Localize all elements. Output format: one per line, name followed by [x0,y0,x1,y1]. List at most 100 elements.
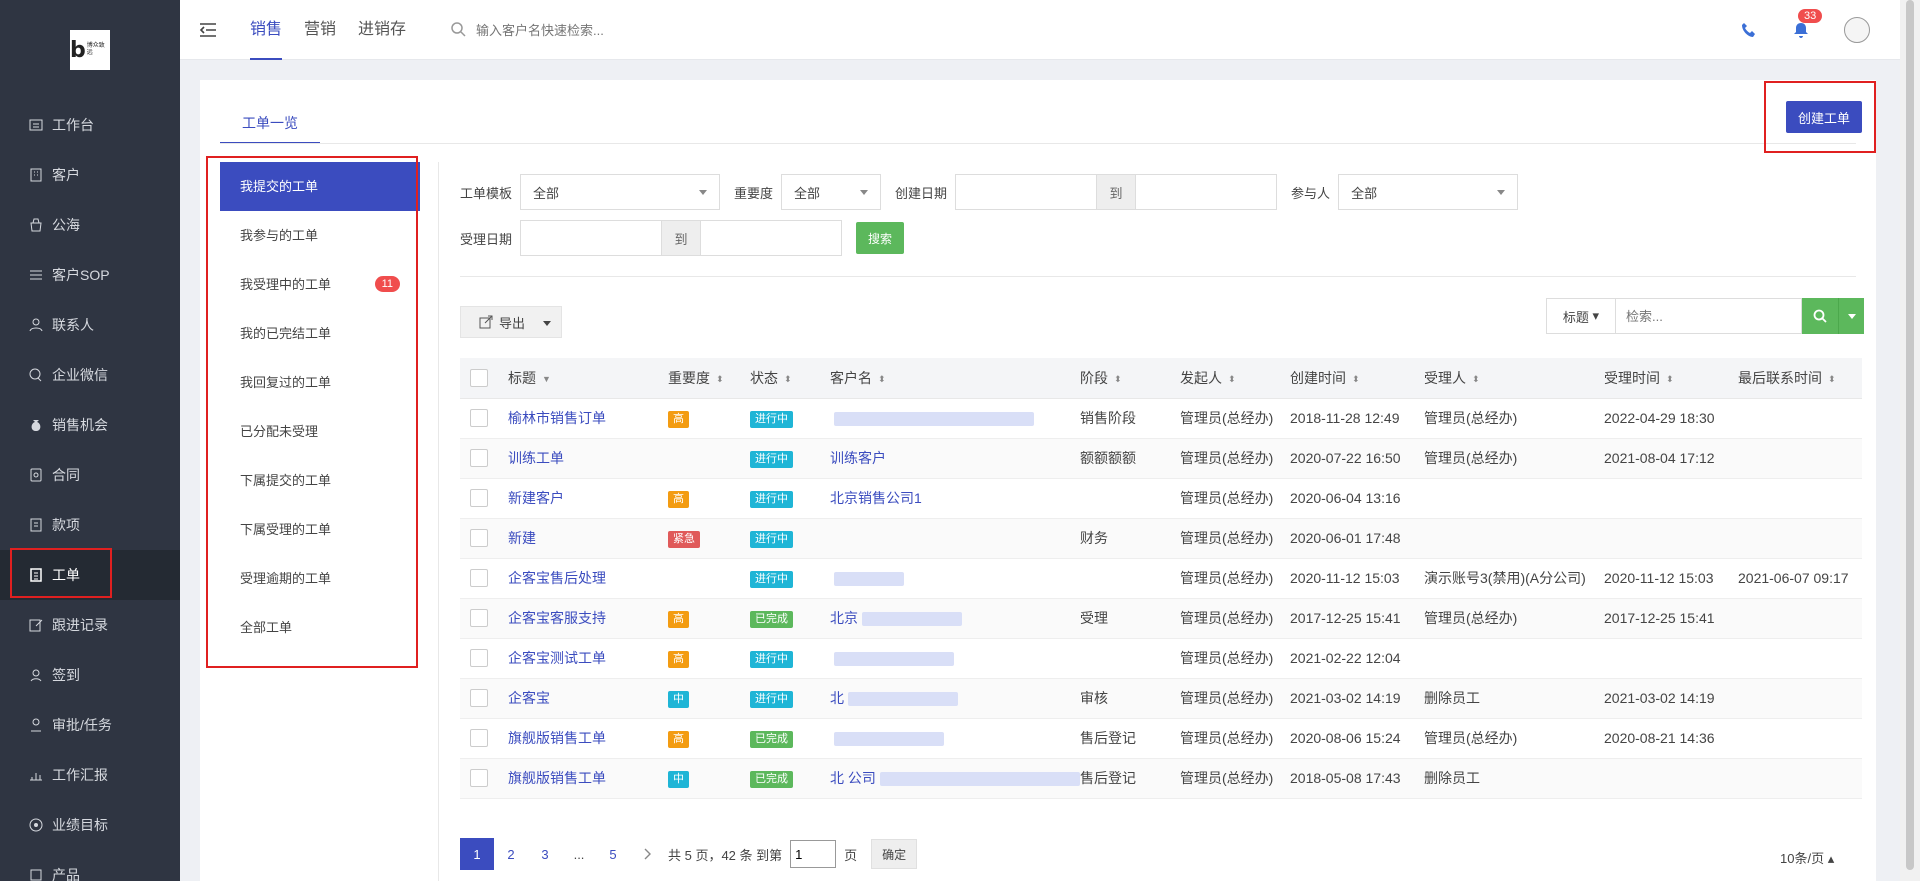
column-header[interactable]: 受理时间 ⬍ [1604,358,1738,399]
page-2[interactable]: 2 [494,838,528,870]
ticket-title-link[interactable]: 榆林市销售订单 [508,410,606,426]
sort-icon[interactable]: ⬍ [784,374,792,385]
ticket-title-link[interactable]: 旗舰版销售工单 [508,770,606,786]
row-checkbox[interactable] [470,729,488,747]
accept-end-input[interactable] [701,221,841,255]
sidebar-item-11[interactable]: 签到 [0,650,180,700]
sort-icon[interactable]: ⬍ [878,374,886,385]
user-avatar[interactable] [1844,17,1870,43]
search-field-select[interactable]: 标题 ▾ [1546,298,1616,334]
customer-link[interactable]: 北 [830,690,844,706]
search-icon[interactable] [450,21,466,40]
row-checkbox[interactable] [470,529,488,547]
row-checkbox[interactable] [470,609,488,627]
column-header[interactable]: 标题 ▼ [508,358,668,399]
search-button[interactable]: 搜索 [856,222,905,254]
column-header[interactable]: 发起人 ⬍ [1180,358,1290,399]
ticket-title-link[interactable]: 训练工单 [508,450,564,466]
sort-icon[interactable]: ⬍ [716,374,724,385]
table-row[interactable]: 新建客户 高 进行中 北京销售公司1 管理员(总经办) 2020-06-04 13:16 [460,478,1862,519]
ticket-title-link[interactable]: 企客宝测试工单 [508,650,606,666]
sidebar-item-14[interactable]: 业绩目标 [0,800,180,850]
sidebar-item-15[interactable]: 产品 [0,850,180,881]
table-row[interactable]: 榆林市销售订单 高 进行中 销售阶段 管理员(总经办) 2018-11-28 12:49 管… [460,398,1862,439]
select-all-checkbox[interactable] [470,368,488,387]
ticket-title-link[interactable]: 新建客户 [508,490,564,506]
table-row[interactable]: 企客宝售后处理 进行中 管理员(总经办) 2020-11-12 15:03 演示账号3(… [460,558,1862,599]
created-start-input[interactable] [956,175,1096,209]
sidebar-item-7[interactable]: 合同 [0,450,180,500]
sidebar-item-2[interactable]: 公海 [0,200,180,250]
menu-collapse-icon[interactable] [198,20,218,40]
page-1[interactable]: 1 [460,838,494,870]
notification-bell[interactable]: 33 [1792,9,1823,39]
search-options-dropdown[interactable] [1838,298,1864,334]
column-header[interactable]: 状态 ⬍ [750,358,830,399]
tab-marketing[interactable]: 营销 [304,0,336,60]
ticket-title-link[interactable]: 新建 [508,530,536,546]
phone-icon[interactable] [1740,21,1758,39]
customer-link[interactable]: 北 公司 [830,770,876,786]
customer-link[interactable]: 训练客户 [830,450,886,466]
next-page-icon[interactable] [630,838,664,870]
priority-select[interactable]: 全部 [781,174,882,210]
accept-start-input[interactable] [521,221,661,255]
page-3[interactable]: 3 [528,838,562,870]
ticket-title-link[interactable]: 企客宝客服支持 [508,610,606,626]
row-checkbox[interactable] [470,489,488,507]
page-5[interactable]: 5 [596,838,630,870]
page-scrollbar[interactable] [1900,0,1920,881]
column-header[interactable]: 创建时间 ⬍ [1290,358,1424,399]
row-checkbox[interactable] [470,649,488,667]
tab-ticket-overview[interactable]: 工单一览 [220,102,320,144]
export-button[interactable]: 导出 [460,306,562,338]
row-checkbox[interactable] [470,409,488,427]
ticket-title-link[interactable]: 旗舰版销售工单 [508,730,606,746]
sort-icon[interactable]: ▼ [542,374,551,384]
customer-link[interactable]: 北京 [830,610,858,626]
sort-icon[interactable]: ⬍ [1666,374,1674,385]
customer-link[interactable]: 北京销售公司1 [830,490,922,506]
table-row[interactable]: 旗舰版销售工单 中 已完成 北 公司 售后登记 管理员(总经办) 2018-05-08 17… [460,758,1862,799]
participant-select[interactable]: 全部 [1338,174,1519,210]
column-header[interactable]: 阶段 ⬍ [1080,358,1180,399]
tab-sales[interactable]: 销售 [250,0,283,60]
scrollbar-thumb[interactable] [1906,0,1914,870]
logo[interactable]: b 博众致远 [70,30,110,70]
table-search-input[interactable] [1616,298,1802,334]
row-checkbox[interactable] [470,569,488,587]
sidebar-item-4[interactable]: 联系人 [0,300,180,350]
page-jump-input[interactable] [790,840,837,868]
sort-icon[interactable]: ⬍ [1228,374,1236,385]
created-end-input[interactable] [1136,175,1276,209]
sort-icon[interactable]: ⬍ [1828,374,1836,385]
sidebar-item-0[interactable]: 工作台 [0,100,180,150]
row-checkbox[interactable] [470,689,488,707]
ticket-title-link[interactable]: 企客宝售后处理 [508,570,606,586]
sidebar-item-13[interactable]: 工作汇报 [0,750,180,800]
row-checkbox[interactable] [470,769,488,787]
row-checkbox[interactable] [470,449,488,467]
sidebar-item-10[interactable]: 跟进记录 [0,600,180,650]
column-header[interactable]: 受理人 ⬍ [1424,358,1604,399]
customer-search-input[interactable] [476,22,696,38]
tab-inventory[interactable]: 进销存 [358,0,406,60]
sidebar-item-5[interactable]: 企业微信 [0,350,180,400]
table-row[interactable]: 训练工单 进行中 训练客户 额额额额 管理员(总经办) 2020-07-22 16:50 管… [460,438,1862,479]
table-row[interactable]: 旗舰版销售工单 高 已完成 售后登记 管理员(总经办) 2020-08-06 15:24 管… [460,718,1862,759]
sidebar-item-3[interactable]: 客户SOP [0,250,180,300]
table-row[interactable]: 新建 紧急 进行中 财务 管理员(总经办) 2020-06-01 17:48 [460,518,1862,559]
sidebar-item-12[interactable]: 审批/任务 [0,700,180,750]
page-jump-confirm[interactable]: 确定 [871,839,918,869]
table-row[interactable]: 企客宝 中 进行中 北 审核 管理员(总经办) 2021-03-02 14:19 删除员工 20… [460,678,1862,719]
sort-icon[interactable]: ⬍ [1472,374,1480,385]
sidebar-item-6[interactable]: 销售机会 [0,400,180,450]
column-header[interactable]: 重要度 ⬍ [668,358,750,399]
ticket-title-link[interactable]: 企客宝 [508,690,550,706]
table-search-button[interactable] [1802,298,1838,334]
table-row[interactable]: 企客宝客服支持 高 已完成 北京 受理 管理员(总经办) 2017-12-25 15:41 管… [460,598,1862,639]
template-select[interactable]: 全部 [520,174,721,210]
per-page-select[interactable]: 10条/页 ▴ [1780,848,1834,867]
sort-icon[interactable]: ⬍ [1114,374,1122,385]
sidebar-item-1[interactable]: 客户 [0,150,180,200]
